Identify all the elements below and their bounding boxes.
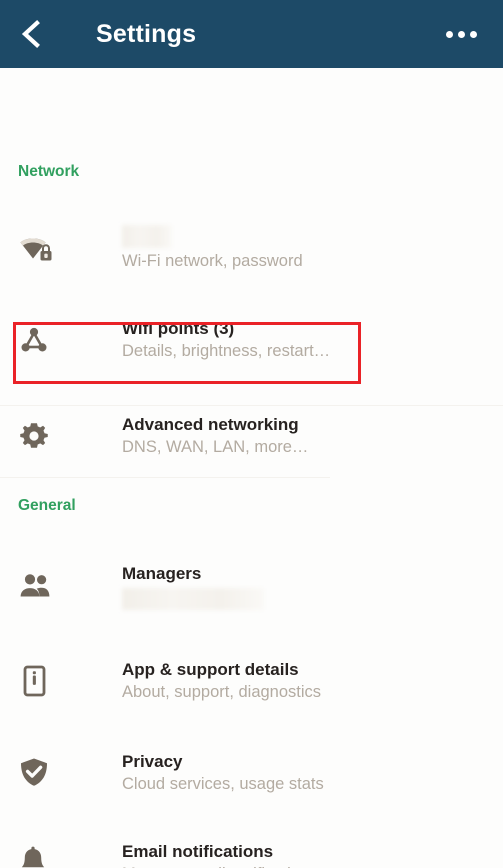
row-icon-slot — [18, 846, 72, 868]
row-icon-slot — [18, 420, 72, 452]
row-title: Privacy — [122, 751, 183, 771]
row-title: Managers — [122, 563, 202, 583]
managers-people-icon — [20, 574, 50, 597]
wifi-network-name-redacted — [122, 225, 172, 248]
back-chevron-icon — [21, 20, 40, 48]
row-text-block: App & support details About, support, di… — [122, 659, 321, 704]
row-title: Email notifications — [122, 841, 274, 861]
overflow-menu-icon — [457, 30, 465, 38]
row-text-block: Email notifications Manage email notific… — [122, 841, 317, 868]
row-title: App & support details — [122, 659, 299, 679]
overflow-menu-button[interactable] — [433, 0, 489, 68]
back-button[interactable] — [0, 0, 62, 68]
page-title: Settings — [96, 19, 197, 48]
divider — [0, 405, 503, 406]
row-title: Wifi points (3) — [122, 318, 235, 338]
shield-check-icon — [21, 758, 47, 786]
row-text-block: Privacy Cloud services, usage stats — [122, 751, 324, 796]
settings-row-email-notifications[interactable]: Email notifications Manage email notific… — [0, 836, 317, 868]
row-icon-slot — [18, 663, 72, 699]
device-info-icon — [23, 665, 46, 697]
row-icon-slot — [18, 234, 72, 264]
row-text-block: Wi-Fi network, password — [122, 225, 303, 273]
wifi-lock-icon — [20, 238, 52, 261]
section-header-network: Network — [18, 163, 80, 180]
row-subtitle: Manage email notifications — [122, 863, 317, 868]
gear-icon — [20, 423, 48, 448]
row-text-block: Wifi points (3) Details, brightness, res… — [122, 318, 330, 363]
settings-list: Network Wi-Fi network, password Wifi poi… — [0, 68, 503, 868]
settings-row-managers[interactable]: Managers — [0, 558, 264, 614]
settings-row-wifi[interactable]: Wi-Fi network, password — [0, 218, 303, 280]
row-title: Advanced networking — [122, 414, 299, 434]
managers-value-redacted — [122, 587, 264, 610]
row-subtitle: Cloud services, usage stats — [122, 774, 324, 793]
row-subtitle: Details, brightness, restart… — [122, 341, 331, 360]
settings-row-wifi-points[interactable]: Wifi points (3) Details, brightness, res… — [0, 313, 330, 367]
row-text-block: Managers — [122, 563, 264, 610]
bell-icon — [21, 846, 45, 868]
row-icon-slot — [18, 756, 72, 790]
row-subtitle: Wi-Fi network, password — [122, 252, 303, 270]
row-subtitle: About, support, diagnostics — [122, 682, 322, 701]
settings-row-advanced-networking[interactable]: Advanced networking DNS, WAN, LAN, more… — [0, 409, 308, 463]
section-header-general: General — [18, 497, 76, 514]
row-subtitle: DNS, WAN, LAN, more… — [122, 437, 309, 456]
settings-screen: Settings Network Wi-Fi network, password… — [0, 0, 503, 868]
app-bar: Settings — [0, 0, 503, 72]
mesh-points-icon — [21, 327, 47, 352]
row-icon-slot — [18, 324, 72, 356]
row-icon-slot — [18, 572, 72, 600]
overflow-menu-icon — [469, 30, 477, 38]
overflow-menu-icon — [445, 30, 453, 38]
settings-row-privacy[interactable]: Privacy Cloud services, usage stats — [0, 746, 324, 800]
settings-row-app-support-details[interactable]: App & support details About, support, di… — [0, 654, 321, 708]
divider — [0, 477, 330, 478]
row-text-block: Advanced networking DNS, WAN, LAN, more… — [122, 414, 308, 459]
